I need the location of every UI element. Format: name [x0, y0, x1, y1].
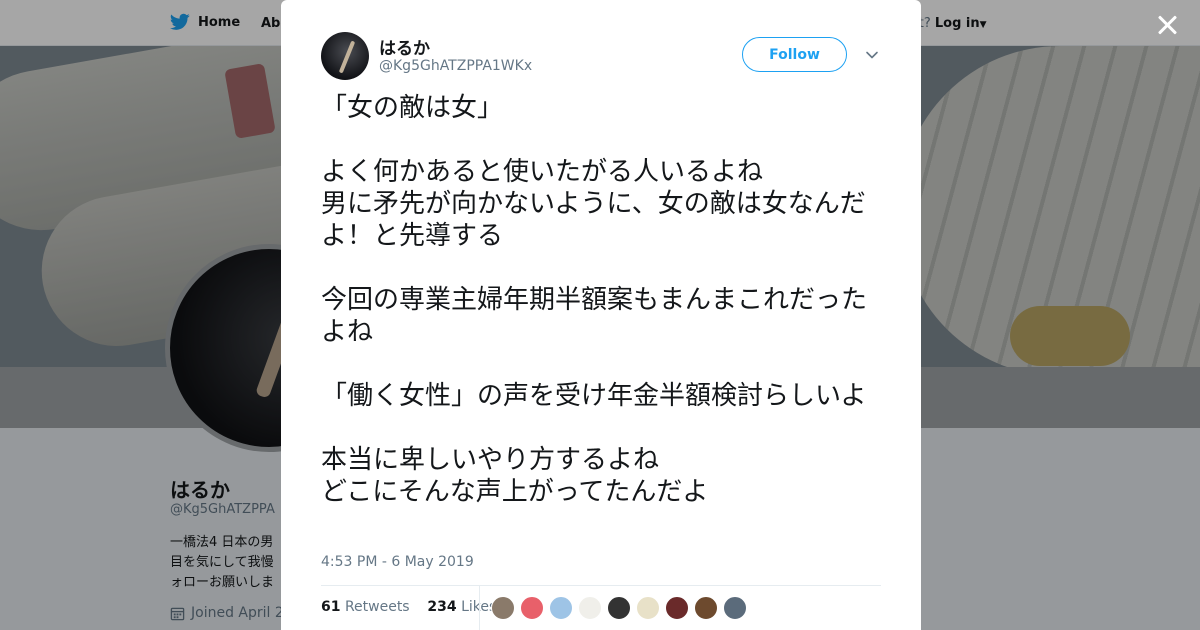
follow-button[interactable]: Follow — [742, 37, 847, 72]
liker-avatar[interactable] — [491, 596, 515, 620]
liker-avatar[interactable] — [694, 596, 718, 620]
likes-stat[interactable]: 234 Likes — [427, 599, 496, 615]
tweet-paragraph — [321, 412, 886, 444]
liker-avatar[interactable] — [520, 596, 544, 620]
liker-avatar[interactable] — [578, 596, 602, 620]
tweet-stats: 61 Retweets 234 Likes — [321, 599, 496, 615]
close-icon[interactable] — [1154, 12, 1180, 38]
retweets-stat[interactable]: 61 Retweets — [321, 599, 410, 615]
liker-avatar[interactable] — [665, 596, 689, 620]
divider — [479, 586, 480, 630]
tweet-paragraph — [321, 348, 886, 380]
likes-count: 234 — [427, 599, 457, 615]
tweet-paragraph — [321, 124, 886, 156]
author-avatar[interactable] — [321, 32, 369, 80]
tweet-timestamp[interactable]: 4:53 PM - 6 May 2019 — [321, 554, 474, 570]
divider — [321, 585, 881, 586]
liker-avatar[interactable] — [607, 596, 631, 620]
likers-avatars — [491, 596, 747, 620]
tweet-paragraph — [321, 252, 886, 284]
tweet-paragraph: 今回の専業主婦年期半額案もまんまこれだったよね — [321, 285, 868, 347]
tweet-text: 「女の敵は女」 よく何かあると使いたがる人いるよね 男に矛先が向かないように、女… — [321, 92, 886, 508]
tweet-paragraph: よく何かあると使いたがる人いるよね 男に矛先が向かないように、女の敵は女なんだよ… — [321, 157, 866, 251]
tweet-paragraph: 「働く女性」の声を受け年金半額検討らしいよ — [321, 381, 867, 411]
tweet-modal: はるか @Kg5GhATZPPA1WKx Follow 「女の敵は女」 よく何か… — [281, 0, 921, 630]
retweets-label: Retweets — [344, 599, 410, 615]
retweets-count: 61 — [321, 599, 341, 615]
tweet-paragraph: 「女の敵は女」 — [321, 93, 504, 123]
author-handle[interactable]: @Kg5GhATZPPA1WKx — [379, 58, 532, 74]
chevron-down-icon[interactable] — [865, 48, 879, 62]
author-name[interactable]: はるか — [379, 34, 430, 59]
liker-avatar[interactable] — [636, 596, 660, 620]
tweet-paragraph: 本当に卑しいやり方するよね どこにそんな声上がってたんだよ — [321, 445, 709, 507]
liker-avatar[interactable] — [549, 596, 573, 620]
liker-avatar[interactable] — [723, 596, 747, 620]
